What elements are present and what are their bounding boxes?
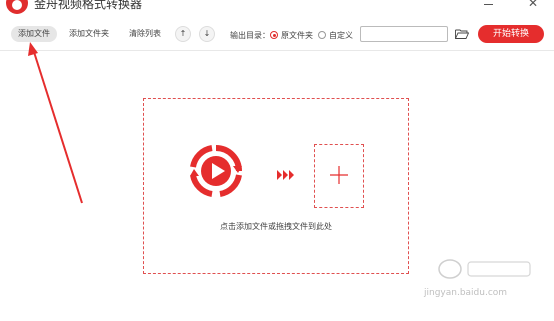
plus-icon[interactable] — [330, 166, 348, 184]
baidu-jingyan-watermark-logo — [438, 259, 531, 279]
start-convert-button[interactable]: 开始转换 — [478, 25, 544, 43]
toolbar: 添加文件 添加文件夹 清除列表 ↑ ↓ 输出目录： 原文件夹 自定义 开始转换 — [0, 18, 554, 51]
radio-original-folder[interactable] — [270, 31, 278, 39]
folder-icon[interactable] — [455, 29, 469, 39]
app-title: 金舟视频格式转换器 — [34, 0, 143, 11]
drop-zone[interactable] — [143, 98, 409, 274]
radio-original-folder-label[interactable]: 原文件夹 — [281, 30, 313, 41]
close-icon[interactable]: ✕ — [528, 0, 538, 9]
video-convert-icon — [190, 145, 242, 197]
output-path-input[interactable] — [360, 26, 448, 42]
clear-list-button[interactable]: 清除列表 — [122, 26, 168, 42]
radio-custom-label[interactable]: 自定义 — [329, 30, 353, 41]
app-logo-icon — [6, 0, 28, 14]
watermark-url: jingyan.baidu.com — [424, 288, 508, 298]
radio-custom[interactable] — [318, 31, 326, 39]
add-file-button[interactable]: 添加文件 — [11, 26, 57, 42]
drop-hint-text: 点击添加文件或拖拽文件到此处 — [220, 222, 332, 231]
move-up-button[interactable]: ↑ — [175, 26, 191, 42]
add-folder-button[interactable]: 添加文件夹 — [62, 26, 116, 42]
title-bar: 金舟视频格式转换器 ✕ — [0, 0, 554, 18]
minimize-icon[interactable] — [484, 4, 493, 5]
chevrons-right-icon — [277, 170, 294, 180]
output-directory-label: 输出目录： — [230, 31, 270, 40]
move-down-button[interactable]: ↓ — [199, 26, 215, 42]
